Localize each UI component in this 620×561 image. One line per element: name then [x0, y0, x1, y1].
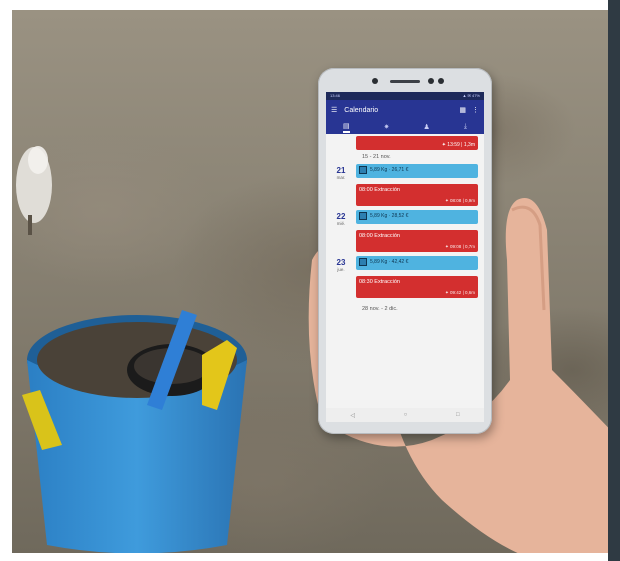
smartphone: 13:46 ▲ ✉ 47% ☰ Calendario ▦ ⋮ ▤ ✷ ♟ ⤓ ✦…: [318, 68, 492, 434]
day-events: 5,89 Kg · 42,42 € 08:30 Extracción ✦ 09:…: [356, 256, 484, 298]
day-row: 23 jue. 5,89 Kg · 42,42 € 08:30 Extracci…: [326, 256, 484, 298]
sensor-icon: [438, 78, 444, 84]
system-nav-bar: ◁ ○ □: [326, 408, 484, 422]
day-header: 21 mar.: [326, 164, 356, 206]
recents-icon[interactable]: □: [456, 412, 460, 418]
phone-bottom-bezel: [318, 422, 492, 434]
day-number: 22: [336, 212, 346, 221]
home-icon[interactable]: ○: [404, 412, 408, 418]
beach-photo: 13:46 ▲ ✉ 47% ☰ Calendario ▦ ⋮ ▤ ✷ ♟ ⤓ ✦…: [12, 10, 608, 553]
event-extraction[interactable]: 08:30 Extracción ✦ 09:42 | 0,6m: [356, 276, 478, 298]
person-icon[interactable]: ♟: [424, 123, 430, 131]
day-header: 22 mié.: [326, 210, 356, 252]
day-row: 21 mar. 5,89 Kg · 26,71 € 08:00 Extracci…: [326, 164, 484, 206]
event-extraction[interactable]: 08:00 Extracción ✦ 08:08 | 0,9m: [356, 184, 478, 206]
sun-icon[interactable]: ✷: [384, 123, 390, 131]
day-number: 23: [336, 258, 346, 267]
extraction-detail: ✦ 09:42 | 0,6m: [445, 290, 475, 295]
status-bar: 13:46 ▲ ✉ 47%: [326, 92, 484, 100]
menu-icon[interactable]: ☰: [331, 106, 337, 114]
top-border: [0, 0, 620, 10]
more-options-icon[interactable]: ⋮: [472, 106, 479, 114]
day-name: mar.: [336, 175, 346, 180]
day-name: jue.: [337, 267, 345, 272]
event-detail: ✦ 13:59 | 1,3m: [441, 142, 475, 148]
extraction-title: 08:00 Extracción: [359, 233, 400, 239]
status-time: 13:46: [330, 93, 341, 98]
event-extraction[interactable]: 08:00 Extracción ✦ 09:08 | 0,7m: [356, 230, 478, 252]
event-catch[interactable]: 5,89 Kg · 28,52 €: [356, 210, 478, 224]
day-header: 23 jue.: [326, 256, 356, 298]
week-label: 15 - 21 nov.: [362, 154, 391, 160]
day-events: 5,89 Kg · 28,52 € 08:00 Extracción ✦ 09:…: [356, 210, 484, 252]
catch-icon: [359, 166, 367, 174]
catch-icon: [359, 258, 367, 266]
extraction-title: 08:00 Extracción: [359, 187, 400, 193]
app-title: Calendario: [344, 106, 379, 114]
extraction-title: 08:30 Extracción: [359, 279, 400, 285]
sensor-icon: [428, 78, 434, 84]
calendar-today-icon[interactable]: ▦: [459, 106, 466, 114]
extraction-detail: ✦ 09:08 | 0,7m: [445, 244, 475, 249]
extraction-detail: ✦ 08:08 | 0,9m: [445, 198, 475, 203]
event-extraction[interactable]: ✦ 13:59 | 1,3m: [356, 136, 478, 150]
event-catch[interactable]: 5,89 Kg · 26,71 €: [356, 164, 478, 178]
calendar-list: ✦ 13:59 | 1,3m 15 - 21 nov. 21 mar. 5,89…: [326, 134, 484, 316]
earpiece-speaker: [390, 80, 420, 83]
catch-text: 5,89 Kg · 28,52 €: [370, 213, 409, 219]
right-border: [608, 0, 620, 561]
download-icon[interactable]: ⤓: [464, 123, 467, 131]
day-row: 22 mié. 5,89 Kg · 28,52 € 08:00 Extracci…: [326, 210, 484, 252]
front-camera-icon: [372, 78, 378, 84]
catch-icon: [359, 212, 367, 220]
photo-frame: 13:46 ▲ ✉ 47% ☰ Calendario ▦ ⋮ ▤ ✷ ♟ ⤓ ✦…: [0, 0, 620, 561]
event-catch[interactable]: 5,89 Kg · 42,42 €: [356, 256, 478, 270]
app-bar: ☰ Calendario ▦ ⋮: [326, 100, 484, 120]
blue-bucket: [22, 310, 247, 553]
calendar-icon[interactable]: ▤: [343, 122, 350, 133]
phone-screen: 13:46 ▲ ✉ 47% ☰ Calendario ▦ ⋮ ▤ ✷ ♟ ⤓ ✦…: [326, 92, 484, 422]
tab-row: ▤ ✷ ♟ ⤓: [326, 120, 484, 134]
catch-text: 5,89 Kg · 42,42 €: [370, 259, 409, 265]
day-events: 5,89 Kg · 26,71 € 08:00 Extracción ✦ 08:…: [356, 164, 484, 206]
catch-text: 5,89 Kg · 26,71 €: [370, 167, 409, 173]
week-label: 28 nov. - 2 dic.: [362, 306, 398, 312]
day-number: 21: [336, 166, 346, 175]
bird-silhouette: [16, 146, 52, 235]
status-icons: ▲ ✉ 47%: [462, 93, 480, 98]
phone-top-bezel: [318, 68, 492, 92]
day-name: mié.: [336, 221, 346, 226]
back-icon[interactable]: ◁: [350, 412, 355, 419]
